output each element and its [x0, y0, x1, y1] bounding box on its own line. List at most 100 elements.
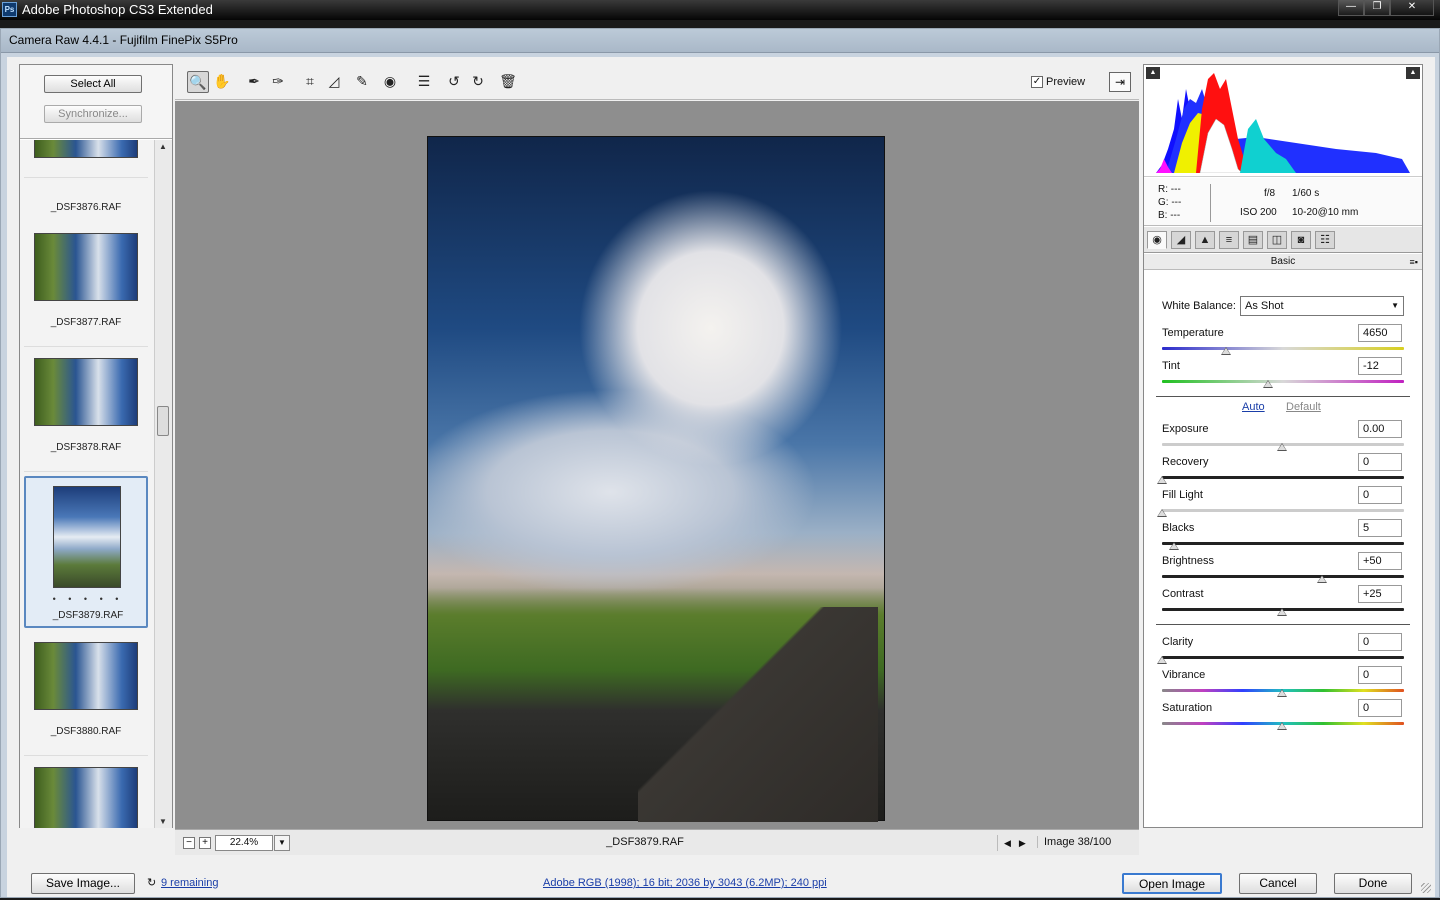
- temperature-slider[interactable]: [1162, 347, 1404, 350]
- saturation-slider-handle[interactable]: [1277, 722, 1287, 730]
- crop-tool-icon[interactable]: ⌗: [299, 71, 321, 93]
- vibrance-slider-handle[interactable]: [1277, 689, 1287, 697]
- section-menu-icon[interactable]: ≡▪: [1410, 255, 1418, 270]
- select-all-button[interactable]: Select All: [44, 75, 142, 93]
- camera-raw-dialog: Camera Raw 4.4.1 - Fujifilm FinePix S5Pr…: [0, 28, 1440, 898]
- clarity-slider[interactable]: [1162, 656, 1404, 659]
- zoom-tool-icon[interactable]: 🔍: [187, 71, 209, 93]
- scroll-up-icon[interactable]: ▲: [159, 142, 167, 151]
- histogram: ▲ ▲: [1144, 65, 1422, 177]
- refresh-icon: ↻: [147, 877, 157, 889]
- scroll-down-icon[interactable]: ▼: [159, 817, 167, 826]
- tab-split-toning-icon[interactable]: ▤: [1243, 231, 1263, 249]
- zoom-out-button[interactable]: −: [183, 837, 195, 849]
- filmstrip-item[interactable]: _DSF3876.RAF: [24, 140, 148, 213]
- tab-presets-icon[interactable]: ☷: [1315, 231, 1335, 249]
- contrast-slider-handle[interactable]: [1277, 608, 1287, 616]
- minimize-button[interactable]: —: [1338, 0, 1364, 16]
- remaining-link[interactable]: 9 remaining: [161, 877, 218, 889]
- red-readout: R: ---: [1158, 184, 1181, 195]
- exposure-slider-handle[interactable]: [1277, 443, 1287, 451]
- red-eye-tool-icon[interactable]: ◉: [379, 71, 401, 93]
- tab-camera-calibration-icon[interactable]: ◙: [1291, 231, 1311, 249]
- tab-tone-curve-icon[interactable]: ◢: [1171, 231, 1191, 249]
- synchronize-button[interactable]: Synchronize...: [44, 105, 142, 123]
- filmstrip-scrollbar[interactable]: ▲ ▼: [154, 140, 172, 828]
- hand-tool-icon[interactable]: ✋: [211, 71, 233, 93]
- brightness-value[interactable]: +50: [1358, 552, 1402, 570]
- tab-basic-icon[interactable]: ◉: [1147, 231, 1167, 249]
- white-balance-tool-icon[interactable]: ✒: [243, 71, 265, 93]
- recovery-slider[interactable]: [1162, 476, 1404, 479]
- resize-grip-icon[interactable]: [1421, 883, 1431, 893]
- white-balance-select[interactable]: As Shot ▼: [1240, 296, 1404, 316]
- filmstrip-item-selected[interactable]: • • • • • _DSF3879.RAF: [24, 476, 148, 628]
- blacks-slider-handle[interactable]: [1169, 542, 1179, 550]
- filmstrip-item[interactable]: _DSF3878.RAF: [24, 348, 148, 472]
- brightness-slider[interactable]: [1162, 575, 1404, 578]
- workflow-options-link[interactable]: Adobe RGB (1998); 16 bit; 2036 by 3043 (…: [543, 877, 827, 889]
- green-readout: G: ---: [1158, 197, 1182, 208]
- cancel-button[interactable]: Cancel: [1239, 873, 1317, 894]
- filmstrip-item[interactable]: [24, 757, 148, 828]
- straighten-tool-icon[interactable]: ◿: [323, 71, 345, 93]
- trash-icon[interactable]: 🗑: [497, 71, 519, 93]
- tint-value[interactable]: -12: [1358, 357, 1402, 375]
- clarity-slider-handle[interactable]: [1157, 656, 1167, 664]
- fill-light-slider[interactable]: [1162, 509, 1404, 512]
- zoom-level-field[interactable]: 22.4%: [215, 835, 273, 851]
- blacks-label: Blacks: [1162, 522, 1195, 534]
- tab-hsl-icon[interactable]: ≡: [1219, 231, 1239, 249]
- open-image-button[interactable]: Open Image: [1122, 873, 1222, 894]
- thumbnail-image: [34, 767, 138, 828]
- brightness-slider-handle[interactable]: [1317, 575, 1327, 583]
- preview-canvas[interactable]: [175, 101, 1139, 829]
- blacks-slider[interactable]: [1162, 542, 1404, 545]
- default-link[interactable]: Default: [1286, 401, 1321, 413]
- tint-slider-handle[interactable]: [1263, 380, 1273, 388]
- star-rating[interactable]: • • • • •: [26, 594, 150, 604]
- preview-label: Preview: [1046, 76, 1086, 88]
- fill-light-slider-handle[interactable]: [1157, 509, 1167, 517]
- fullscreen-icon[interactable]: ⇥: [1109, 72, 1131, 92]
- recovery-value[interactable]: 0: [1358, 453, 1402, 471]
- tint-label: Tint: [1162, 360, 1180, 372]
- filmstrip-item[interactable]: _DSF3880.RAF: [24, 632, 148, 756]
- done-button[interactable]: Done: [1334, 873, 1412, 894]
- contrast-label: Contrast: [1162, 588, 1204, 600]
- filmstrip-item[interactable]: _DSF3877.RAF: [24, 223, 148, 347]
- section-header: Basic ≡▪: [1144, 254, 1422, 270]
- tab-detail-icon[interactable]: ▲: [1195, 231, 1215, 249]
- filmstrip: Select All Synchronize... _DSF3876.RAF _…: [19, 64, 173, 828]
- retouch-tool-icon[interactable]: ✎: [351, 71, 373, 93]
- temperature-slider-handle[interactable]: [1221, 347, 1231, 355]
- preview-checkbox[interactable]: ✓: [1031, 76, 1043, 88]
- clarity-value[interactable]: 0: [1358, 633, 1402, 651]
- preview-photo[interactable]: [427, 136, 885, 822]
- thumbnail-image: [34, 140, 138, 158]
- exposure-value[interactable]: 0.00: [1358, 420, 1402, 438]
- zoom-dropdown-icon[interactable]: ▼: [274, 835, 290, 851]
- rotate-left-icon[interactable]: ↺: [443, 71, 465, 93]
- tab-lens-corrections-icon[interactable]: ◫: [1267, 231, 1287, 249]
- next-image-icon[interactable]: ▶: [1019, 835, 1026, 851]
- contrast-value[interactable]: +25: [1358, 585, 1402, 603]
- recovery-slider-handle[interactable]: [1157, 476, 1167, 484]
- color-sampler-tool-icon[interactable]: ✑: [267, 71, 289, 93]
- saturation-value[interactable]: 0: [1358, 699, 1402, 717]
- close-button[interactable]: ✕: [1390, 0, 1434, 16]
- previous-image-icon[interactable]: ◀: [1004, 835, 1011, 851]
- rotate-right-icon[interactable]: ↻: [467, 71, 489, 93]
- preview-toggle[interactable]: ✓ Preview: [1031, 76, 1085, 88]
- zoom-in-button[interactable]: +: [199, 837, 211, 849]
- save-image-button[interactable]: Save Image...: [31, 873, 135, 894]
- blacks-value[interactable]: 5: [1358, 519, 1402, 537]
- preferences-icon[interactable]: ☰: [413, 71, 435, 93]
- maximize-button[interactable]: ❐: [1364, 0, 1390, 16]
- vibrance-value[interactable]: 0: [1358, 666, 1402, 684]
- auto-link[interactable]: Auto: [1242, 401, 1265, 413]
- scrollbar-thumb[interactable]: [157, 406, 169, 436]
- fill-light-value[interactable]: 0: [1358, 486, 1402, 504]
- temperature-value[interactable]: 4650: [1358, 324, 1402, 342]
- tint-slider[interactable]: [1162, 380, 1404, 383]
